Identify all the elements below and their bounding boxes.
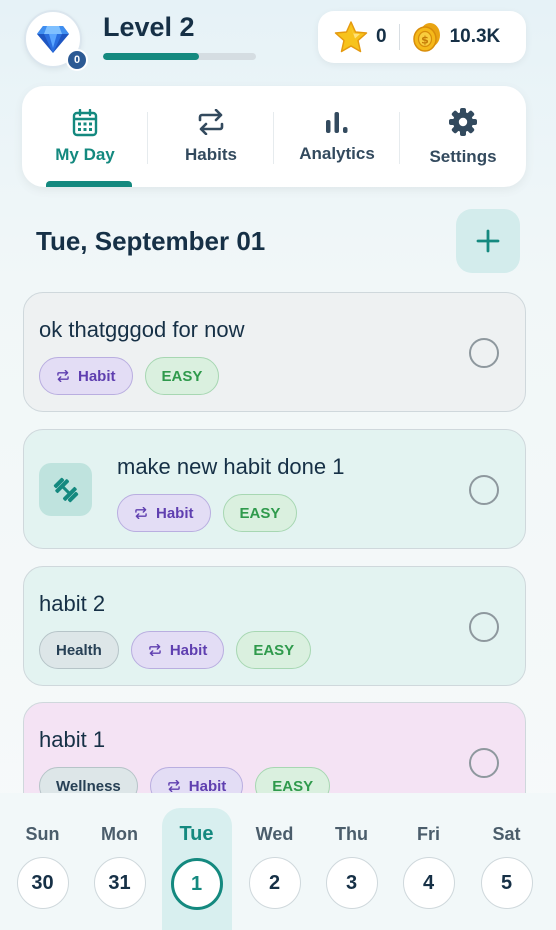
difficulty-tag: EASY <box>144 357 220 395</box>
tag-label: Wellness <box>56 777 121 794</box>
category-tag: Wellness <box>39 767 138 793</box>
habit-tag: Habit <box>130 631 225 669</box>
tag-label: Habit <box>169 641 208 659</box>
dumbbell-icon <box>53 477 78 502</box>
tag-label: Habit <box>156 504 194 522</box>
complete-checkbox[interactable] <box>469 338 499 368</box>
task-tags: Wellness Habit EASY <box>39 767 331 794</box>
task-title: ok thatgggod for now <box>39 317 245 342</box>
tag-label: EASY <box>161 367 203 385</box>
task-tags: Health Habit EASY <box>39 631 312 669</box>
day-number: 5 <box>480 857 533 909</box>
tag-label: Habit <box>188 777 227 794</box>
complete-checkbox[interactable] <box>469 475 499 505</box>
difficulty-tag: EASY <box>236 631 312 669</box>
difficulty-tag: EASY <box>222 494 298 532</box>
complete-checkbox[interactable] <box>469 612 499 642</box>
day-fri[interactable]: Fri 4 <box>390 793 467 930</box>
day-sat[interactable]: Sat 5 <box>468 793 545 930</box>
day-number: 1 <box>170 858 223 910</box>
day-number: 3 <box>325 857 378 909</box>
day-name: Sat <box>492 824 521 844</box>
repeat-icon <box>135 507 147 519</box>
task-card[interactable]: habit 2 Health Habit EASY <box>23 566 526 686</box>
tag-label: EASY <box>272 777 314 794</box>
habit-tag: Habit <box>149 767 244 794</box>
difficulty-tag: EASY <box>255 767 331 794</box>
tag-label: EASY <box>239 504 281 522</box>
task-tags: Habit EASY <box>117 494 298 532</box>
day-thu[interactable]: Thu 3 <box>313 793 390 930</box>
day-name: Thu <box>335 824 368 844</box>
task-list: ok thatgggod for now Habit EASY make new… <box>0 0 556 793</box>
day-name: Tue <box>179 823 214 845</box>
day-number: 4 <box>402 857 455 909</box>
repeat-icon <box>149 644 161 656</box>
day-number: 2 <box>248 857 301 909</box>
day-number: 31 <box>93 857 146 909</box>
task-title: habit 1 <box>39 727 106 752</box>
category-tag: Health <box>39 631 119 669</box>
habit-tag: Habit <box>39 357 133 395</box>
complete-checkbox[interactable] <box>469 748 499 778</box>
task-card[interactable]: ok thatgggod for now Habit EASY <box>23 292 526 412</box>
day-name: Fri <box>416 824 440 844</box>
day-wed[interactable]: Wed 2 <box>236 793 313 930</box>
tag-label: Health <box>56 641 102 659</box>
habit-icon-tile <box>39 463 92 516</box>
task-title: make new habit done 1 <box>117 454 345 479</box>
day-sun[interactable]: Sun 30 <box>4 793 81 930</box>
day-mon[interactable]: Mon 31 <box>81 793 158 930</box>
task-card[interactable]: make new habit done 1 Habit EASY <box>23 429 526 549</box>
day-name: Sun <box>25 824 60 844</box>
task-title: habit 2 <box>39 591 106 616</box>
week-selector: Sun 30 Mon 31 Tue 1 Wed 2 Thu 3 Fri 4 Sa… <box>0 793 556 930</box>
day-name: Mon <box>101 824 138 844</box>
repeat-icon <box>57 370 69 382</box>
tag-label: Habit <box>78 367 116 385</box>
repeat-icon <box>167 780 180 792</box>
task-tags: Habit EASY <box>39 357 220 395</box>
task-card[interactable]: habit 1 Wellness Habit EASY <box>23 702 526 793</box>
day-tue[interactable]: Tue 1 <box>158 793 235 930</box>
day-number: 30 <box>16 857 69 909</box>
tag-label: EASY <box>253 641 295 659</box>
day-name: Wed <box>255 824 294 844</box>
habit-tag: Habit <box>117 494 211 532</box>
